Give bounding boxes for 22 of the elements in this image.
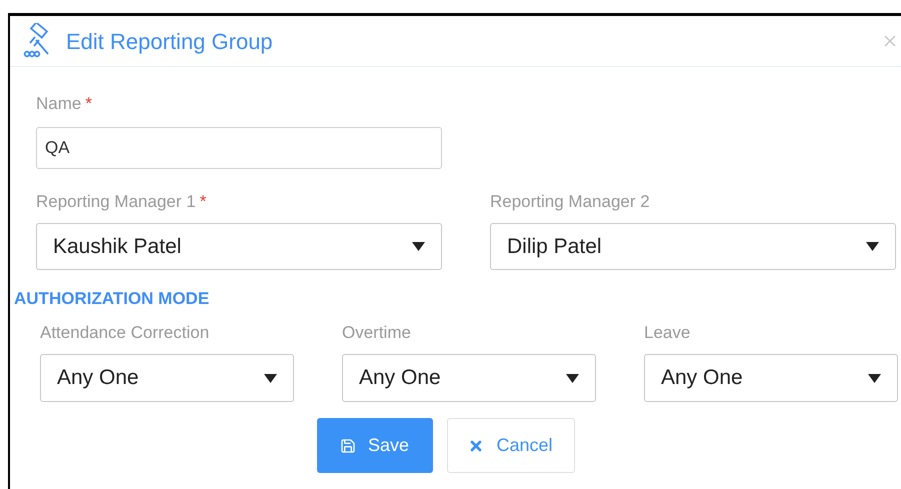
field-label: Reporting Manager 2	[490, 190, 650, 212]
section-heading: AUTHORIZATION MODE	[14, 288, 210, 310]
dropdown[interactable]: Any One	[644, 354, 898, 402]
field-label: Leave	[644, 322, 690, 344]
field-label: Attendance Correction	[40, 322, 210, 344]
caret-icon	[566, 374, 579, 382]
caret-icon	[264, 374, 277, 382]
dialog-title: Edit Reporting Group	[66, 28, 273, 56]
caret-icon	[412, 242, 425, 251]
caret-icon	[868, 374, 881, 382]
dropdown[interactable]: Any One	[40, 354, 294, 402]
dropdown[interactable]: Kaushik Patel	[36, 223, 442, 270]
field-label: Overtime	[342, 322, 411, 344]
dropdown[interactable]: Any One	[342, 354, 596, 402]
field-label: Name	[36, 93, 82, 115]
close-icon	[468, 438, 484, 454]
field-label: Reporting Manager 1	[36, 190, 196, 212]
dropdown[interactable]: Dilip Patel	[490, 223, 896, 270]
input-field[interactable]: QA	[36, 126, 442, 168]
caret-icon	[866, 242, 879, 251]
required-mark: *	[85, 93, 92, 115]
required-mark: *	[200, 190, 206, 212]
